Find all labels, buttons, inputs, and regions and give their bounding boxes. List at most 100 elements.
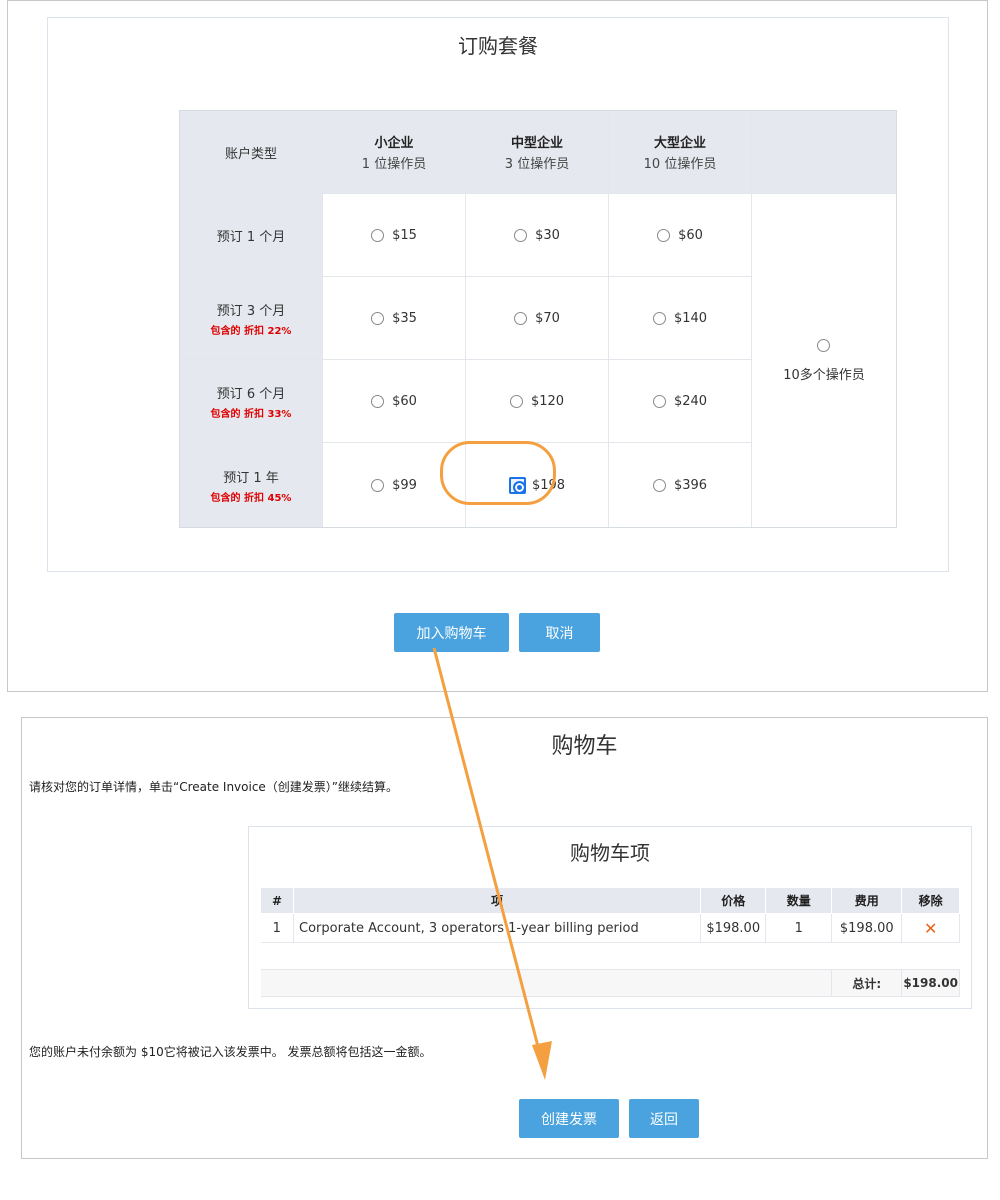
- cart-items-table: # 项 价格 数量 费用 移除 1 Corporate Account, 3 o…: [259, 887, 960, 997]
- price-option-cell[interactable]: $240: [609, 360, 752, 443]
- row-label-1-month: 预订 1 个月: [180, 194, 323, 277]
- price-option[interactable]: $120: [509, 394, 564, 409]
- order-plan-panel: 订购套餐 账户类型 小企业 1 位操作员 中型企业 3 位操作员 大型企业 10…: [7, 0, 988, 692]
- item-description: Corporate Account, 3 operators 1-year bi…: [293, 913, 702, 943]
- radio-button[interactable]: [817, 338, 831, 352]
- price-label: $70: [535, 310, 560, 326]
- row-label-1-year: 预订 1 年 包含的 折扣 45%: [180, 443, 323, 527]
- price-option-cell[interactable]: $35: [323, 277, 466, 360]
- plan-name: 中型企业: [510, 136, 563, 151]
- radio-button[interactable]: [371, 394, 385, 408]
- plan-box: 订购套餐 账户类型 小企业 1 位操作员 中型企业 3 位操作员 大型企业 10…: [47, 17, 949, 572]
- price-option[interactable]: $15: [371, 228, 417, 243]
- more-operators-cell[interactable]: 10多个操作员: [752, 194, 896, 527]
- cart-items-box: 购物车项 # 项 价格 数量 费用 移除 1 Corporate Account…: [248, 826, 972, 1009]
- table-row: 1 Corporate Account, 3 operators 1-year …: [260, 913, 960, 943]
- price-label: $240: [673, 393, 708, 409]
- radio-button[interactable]: [371, 228, 385, 242]
- price-option-cell[interactable]: $60: [609, 194, 752, 277]
- item-price: $198.00: [700, 913, 767, 943]
- header-plan-medium: 中型企业 3 位操作员: [466, 111, 609, 194]
- price-option[interactable]: $30: [514, 228, 560, 243]
- row-label: 预订 3 个月: [216, 303, 286, 319]
- price-option-cell[interactable]: $140: [609, 277, 752, 360]
- cart-title: 购物车: [551, 734, 618, 759]
- more-operators-option[interactable]: 10多个操作员: [783, 338, 865, 383]
- price-label: $35: [392, 310, 417, 326]
- account-type-label: 账户类型: [224, 146, 277, 162]
- price-option-selected[interactable]: $198: [508, 476, 566, 494]
- row-label: 预订 1 年: [223, 470, 279, 486]
- item-number: 1: [260, 913, 295, 943]
- header-plan-large: 大型企业 10 位操作员: [609, 111, 752, 194]
- discount-note: 包含的 折扣 45%: [210, 492, 292, 504]
- price-option[interactable]: $396: [652, 477, 708, 493]
- close-icon[interactable]: ✕: [924, 919, 937, 938]
- header-plan-small: 小企业 1 位操作员: [323, 111, 466, 194]
- price-label: $99: [392, 477, 417, 493]
- price-option[interactable]: $140: [652, 310, 708, 326]
- plan-name: 大型企业: [653, 136, 706, 151]
- radio-button[interactable]: [514, 228, 528, 242]
- price-option[interactable]: $35: [371, 311, 417, 326]
- header-account-type: 账户类型: [180, 111, 323, 194]
- price-option-cell[interactable]: $60: [323, 360, 466, 443]
- price-option[interactable]: $60: [371, 394, 417, 409]
- price-option-cell[interactable]: $70: [466, 277, 609, 360]
- radio-button[interactable]: [652, 311, 666, 325]
- price-option-cell[interactable]: $99: [323, 443, 466, 527]
- radio-button[interactable]: [509, 394, 523, 408]
- cart-items-title: 购物车项: [570, 841, 650, 865]
- price-option[interactable]: $99: [371, 478, 417, 493]
- total-label: 总计:: [831, 969, 903, 997]
- col-header: 费用: [831, 887, 903, 914]
- price-label: $30: [535, 227, 560, 243]
- header-empty: [752, 111, 896, 194]
- add-to-cart-button[interactable]: 加入购物车: [394, 613, 509, 652]
- plan-operators: 10 位操作员: [643, 157, 717, 172]
- radio-button-selected[interactable]: [508, 476, 526, 494]
- price-label: $140: [673, 310, 708, 326]
- discount-note: 包含的 折扣 22%: [210, 325, 292, 337]
- plan-operators: 1 位操作员: [361, 157, 427, 172]
- price-option-cell[interactable]: $30: [466, 194, 609, 277]
- price-option-cell[interactable]: $120: [466, 360, 609, 443]
- plan-title: 订购套餐: [458, 34, 538, 58]
- price-option-cell[interactable]: $396: [609, 443, 752, 527]
- plan-operators: 3 位操作员: [504, 157, 570, 172]
- more-operators-label: 10多个操作员: [783, 367, 865, 383]
- col-header: #: [259, 887, 295, 914]
- col-header: 项: [293, 887, 702, 914]
- col-header: 数量: [765, 887, 833, 914]
- cart-panel: 购物车 请核对您的订单详情，单击“Create Invoice（创建发票）”继续…: [21, 717, 988, 1159]
- price-option[interactable]: $240: [652, 393, 708, 409]
- item-cost: $198.00: [831, 913, 903, 943]
- price-label: $396: [673, 477, 708, 493]
- row-label: 预订 1 个月: [216, 229, 286, 245]
- radio-button[interactable]: [371, 478, 385, 492]
- price-option[interactable]: $60: [657, 228, 703, 243]
- radio-button[interactable]: [657, 228, 671, 242]
- total-spacer: [260, 969, 833, 997]
- back-button[interactable]: 返回: [629, 1099, 699, 1138]
- radio-button[interactable]: [514, 311, 528, 325]
- row-label-6-months: 预订 6 个月 包含的 折扣 33%: [180, 360, 323, 443]
- plans-table: 账户类型 小企业 1 位操作员 中型企业 3 位操作员 大型企业 10 位操作员…: [179, 110, 897, 528]
- price-option[interactable]: $70: [514, 311, 560, 326]
- radio-button[interactable]: [371, 311, 385, 325]
- radio-button[interactable]: [652, 478, 666, 492]
- remove-cell[interactable]: ✕: [901, 913, 960, 943]
- total-value: $198.00: [901, 969, 960, 997]
- cart-instructions: 请核对您的订单详情，单击“Create Invoice（创建发票）”继续结算。: [29, 780, 399, 794]
- row-label-3-months: 预订 3 个月 包含的 折扣 22%: [180, 277, 323, 360]
- row-label: 预订 6 个月: [216, 386, 286, 402]
- create-invoice-button[interactable]: 创建发票: [519, 1099, 619, 1138]
- radio-button[interactable]: [652, 394, 666, 408]
- price-option-cell-selected[interactable]: $198: [466, 443, 609, 527]
- cancel-button[interactable]: 取消: [519, 613, 600, 652]
- discount-note: 包含的 折扣 33%: [210, 408, 292, 420]
- price-option-cell[interactable]: $15: [323, 194, 466, 277]
- price-label: $198: [531, 477, 566, 493]
- col-header: 移除: [901, 887, 960, 914]
- plan-name: 小企业: [374, 136, 414, 151]
